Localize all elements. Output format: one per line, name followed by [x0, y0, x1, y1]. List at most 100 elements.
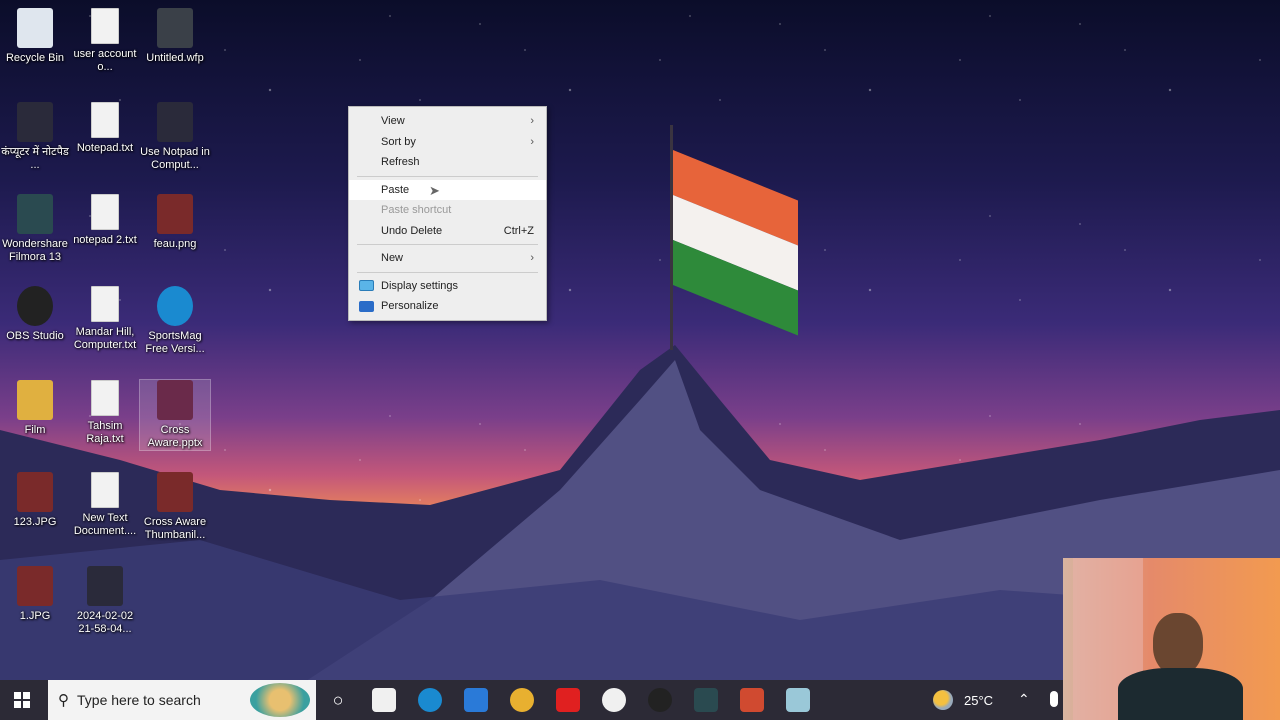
webcam-overlay [1063, 558, 1280, 720]
menu-label: Paste [381, 183, 410, 196]
shortcut-label: Ctrl+Z [503, 224, 534, 237]
presenter-head [1153, 613, 1203, 675]
desktop-icon[interactable]: Notepad.txt [70, 102, 140, 155]
desktop-icon[interactable]: Wondershare Filmora 13 [0, 194, 70, 264]
menu-item-paste[interactable]: Paste ➤ [349, 179, 546, 200]
menu-separator [357, 175, 538, 177]
desktop-icon[interactable]: feau.png [140, 194, 210, 251]
desktop-icon-label: Recycle Bin [5, 52, 65, 64]
desktop-icon[interactable]: Cross Aware Thumbanil... [140, 472, 210, 542]
menu-item-display-settings[interactable]: Display settings [349, 276, 546, 297]
desktop-icon-label: user account o... [73, 48, 137, 73]
desktop-icon-label: feau.png [153, 238, 197, 250]
windows-start-icon[interactable] [10, 688, 34, 712]
image-icon [17, 566, 53, 606]
menu-item-undo-delete[interactable]: Undo Delete Ctrl+Z [349, 221, 546, 242]
chevron-right-icon: › [530, 135, 534, 148]
menu-item-personalize[interactable]: Personalize [349, 296, 546, 317]
folder-icon [17, 380, 53, 420]
filmora-project-icon [157, 8, 193, 48]
desktop-icon[interactable]: 1.JPG [0, 566, 70, 623]
chevron-right-icon: › [530, 115, 534, 128]
desktop-icon-label: Notepad.txt [76, 142, 134, 154]
desktop-icon-label: notepad 2.txt [73, 234, 137, 246]
menu-label: Sort by [381, 135, 416, 148]
text-file-icon [91, 380, 119, 416]
desktop-icon[interactable]: user account o... [70, 8, 140, 74]
desktop-icon[interactable]: notepad 2.txt [70, 194, 140, 247]
text-file-icon [91, 8, 119, 44]
desktop-icon-label: कंप्यूटर में नोटपैड ... [1, 146, 69, 171]
powerpoint-icon [157, 380, 193, 420]
search-highlight-doodle-icon [250, 683, 310, 717]
menu-separator [357, 244, 538, 245]
taskbar-search-box[interactable]: ⚲ Type here to search [48, 680, 316, 720]
edge-app-icon [157, 286, 193, 326]
desktop-icon-label: Cross Aware Thumbanil... [143, 516, 207, 541]
video-icon [87, 566, 123, 606]
desktop-icon[interactable]: OBS Studio [0, 286, 70, 343]
desktop-icon-label: 123.JPG [13, 516, 57, 528]
menu-label: Undo Delete [381, 224, 443, 237]
desktop-icon[interactable]: Mandar Hill, Computer.txt [70, 286, 140, 352]
task-view-icon[interactable]: ○ [326, 688, 350, 712]
menu-item-refresh[interactable]: Refresh [349, 152, 546, 173]
desktop-icon[interactable]: SportsMag Free Versi... [140, 286, 210, 356]
mouse-cursor-icon: ➤ [429, 182, 440, 198]
menu-label: Personalize [381, 300, 439, 313]
obs-studio-icon[interactable] [648, 688, 672, 712]
menu-label: Paste shortcut [381, 204, 452, 217]
text-file-icon [91, 194, 119, 230]
image-icon [157, 472, 193, 512]
filmora-icon[interactable] [694, 688, 718, 712]
weather-temperature[interactable]: 25°C [964, 693, 993, 708]
desktop-icon[interactable]: कंप्यूटर में नोटपैड ... [0, 102, 70, 172]
desktop-icon-label: Use Notpad in Comput... [140, 146, 210, 171]
desktop-icon-label: Tahsim Raja.txt [86, 420, 124, 445]
menu-label: View [381, 115, 405, 128]
desktop-icon[interactable]: Recycle Bin [0, 8, 70, 65]
notepad-icon[interactable] [786, 688, 810, 712]
desktop-icon[interactable]: Use Notpad in Comput... [140, 102, 210, 172]
menu-item-paste-shortcut: Paste shortcut [349, 200, 546, 221]
desktop-icon[interactable]: 2024-02-02 21-58-04... [70, 566, 140, 636]
menu-item-view[interactable]: View › [349, 111, 546, 132]
youtube-icon[interactable] [556, 688, 580, 712]
powerpoint-icon[interactable] [740, 688, 764, 712]
mail-icon[interactable] [464, 688, 488, 712]
desktop-icon[interactable]: Cross Aware.pptx [139, 379, 211, 451]
edge-icon[interactable] [418, 688, 442, 712]
context-menu: View › Sort by › Refresh Paste ➤ Paste shor… [348, 106, 547, 321]
chevron-up-icon[interactable]: ⌃ [1018, 691, 1030, 708]
obs-app-icon [17, 286, 53, 326]
desktop-icon-label: Untitled.wfp [146, 52, 204, 64]
image-icon [17, 472, 53, 512]
personalize-icon [359, 300, 374, 312]
desktop-icon[interactable]: Tahsim Raja.txt [70, 380, 140, 446]
desktop-icon-label: Film [24, 424, 46, 436]
video-icon [17, 102, 53, 142]
text-file-icon [91, 286, 119, 322]
display-icon [359, 280, 374, 292]
whatsapp-icon[interactable] [602, 688, 626, 712]
chevron-right-icon: › [530, 252, 534, 265]
desktop-icon[interactable]: 123.JPG [0, 472, 70, 529]
search-icon: ⚲ [58, 692, 69, 709]
desktop-icon[interactable]: Untitled.wfp [140, 8, 210, 65]
weather-icon[interactable] [933, 690, 953, 710]
desktop-icon[interactable]: Film [0, 380, 70, 437]
desktop-icon[interactable]: New Text Document.... [70, 472, 140, 538]
microsoft-store-icon[interactable] [372, 688, 396, 712]
desktop-icon-label: Mandar Hill, Computer.txt [73, 326, 137, 351]
chrome-icon[interactable] [510, 688, 534, 712]
text-file-icon [91, 472, 119, 508]
menu-item-sort-by[interactable]: Sort by › [349, 132, 546, 153]
filmora-app-icon [17, 194, 53, 234]
desktop-icon-label: SportsMag Free Versi... [145, 330, 205, 355]
microphone-icon[interactable] [1050, 691, 1058, 707]
menu-item-new[interactable]: New › [349, 248, 546, 269]
video-icon [157, 102, 193, 142]
desktop-icon-label: 2024-02-02 21-58-04... [76, 610, 134, 635]
desktop-icon-label: OBS Studio [6, 330, 64, 342]
menu-label: Refresh [381, 156, 420, 169]
